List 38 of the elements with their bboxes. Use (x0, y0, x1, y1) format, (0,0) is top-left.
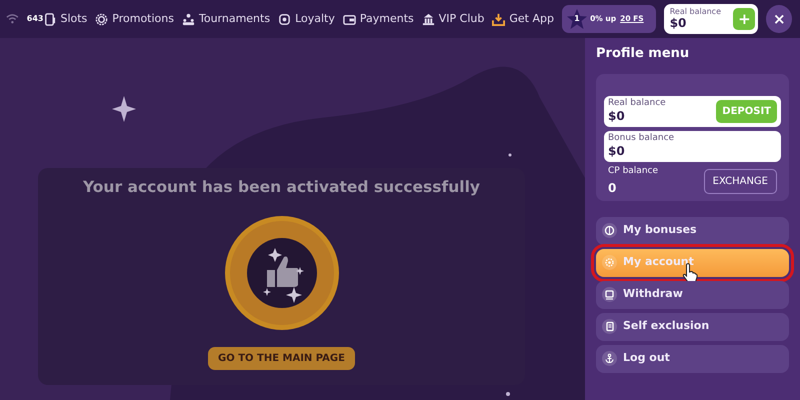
menu-item[interactable]: Log out (596, 344, 789, 372)
nav-link[interactable]: Loyalty (278, 10, 335, 28)
gear-icon (95, 12, 108, 26)
people-icon (182, 12, 195, 26)
bonus-balance-amount: $0 (608, 144, 626, 158)
gear-icon (602, 255, 617, 270)
wifi-icon (6, 13, 19, 25)
menu-title: Profile menu (596, 45, 690, 63)
document-icon (602, 319, 617, 334)
balance-label: Real balance (670, 8, 722, 16)
cp-balance-amount: 0 (608, 180, 618, 197)
main-page-button[interactable]: GO TO THE MAIN PAGE (208, 347, 355, 370)
building-icon (422, 12, 435, 26)
nav-link[interactable]: Payments (342, 10, 414, 28)
cp-balance-label: CP balance (608, 165, 660, 178)
menu-item[interactable]: My bonuses (596, 216, 789, 244)
badge-icon (278, 12, 292, 26)
level-number: 1 (574, 13, 580, 25)
anchor-icon (602, 351, 617, 366)
real-balance-label: Real balance (608, 98, 667, 109)
download-icon (492, 12, 506, 26)
thumbs-up-medal-icon (224, 215, 340, 332)
balance-amount: $0 (670, 16, 688, 30)
star-icon (566, 8, 588, 30)
nav-link[interactable]: VIP Club (422, 10, 484, 28)
close-button[interactable]: × (766, 5, 792, 33)
nav-link[interactable]: Promotions (95, 10, 174, 28)
signal-count: 643 (26, 13, 44, 25)
nav-link[interactable]: Slots (43, 10, 88, 28)
real-balance-amount: $0 (608, 108, 626, 124)
bonus-balance-label: Bonus balance (608, 134, 676, 144)
menu-item[interactable]: Self exclusion (596, 312, 789, 340)
nav-link[interactable]: Get App (492, 10, 554, 28)
phone-icon (43, 12, 56, 26)
modal-title: Your account has been activated successfully (82, 177, 480, 198)
menu-item[interactable]: Withdraw (596, 280, 789, 308)
exchange-button[interactable]: EXCHANGE (704, 168, 777, 194)
nav-link[interactable]: Tournaments (182, 10, 270, 28)
